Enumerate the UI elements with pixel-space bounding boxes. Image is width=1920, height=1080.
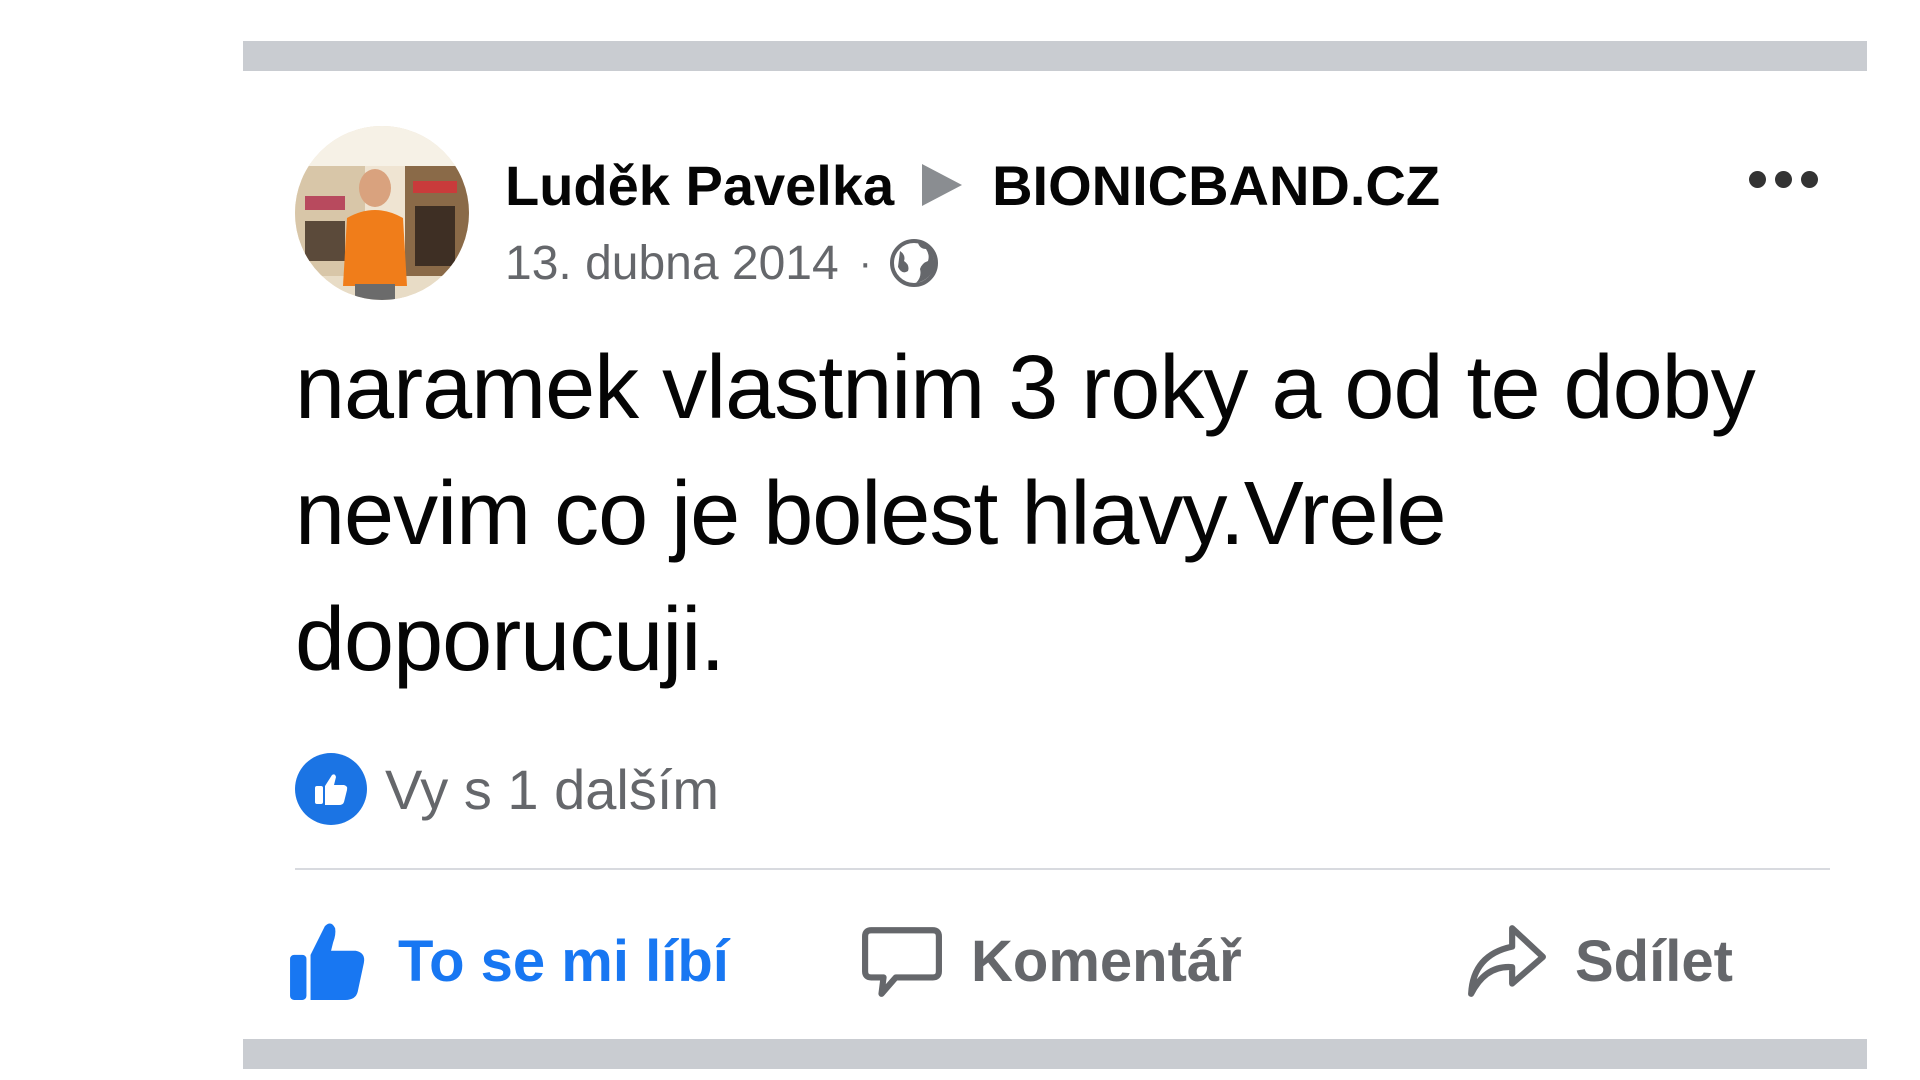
target-page-name[interactable]: BIONICBAND.CZ — [992, 153, 1440, 218]
feed-separator-bottom — [243, 1039, 1867, 1069]
globe-icon — [889, 239, 938, 287]
author-name[interactable]: Luděk Pavelka — [505, 153, 894, 218]
post-text: naramek vlastnim 3 roky a od te doby nev… — [295, 338, 1756, 690]
more-options-icon-dot — [1800, 170, 1818, 188]
reactions-text: Vy s 1 dalším — [385, 757, 720, 821]
comment-bubble-icon — [862, 927, 942, 997]
more-options-button[interactable] — [1738, 149, 1828, 209]
meta-separator: · — [858, 240, 872, 285]
avatar-photo — [295, 126, 469, 300]
comment-button[interactable]: Komentář — [861, 901, 1242, 1021]
post-card: Luděk Pavelka BIONICBAND.CZ 13. dubna 20… — [243, 71, 1867, 1039]
author-avatar[interactable] — [295, 126, 469, 300]
like-button[interactable]: To se mi líbí — [288, 901, 729, 1021]
thumbs-up-icon — [315, 774, 348, 805]
reactions-summary[interactable]: Vy s 1 dalším — [295, 749, 719, 829]
actions-divider — [295, 868, 1830, 870]
share-button[interactable]: Sdílet — [1465, 901, 1733, 1021]
comment-label: Komentář — [971, 928, 1242, 994]
share-arrow-icon — [1468, 925, 1546, 997]
post-meta: 13. dubna 2014 · — [505, 233, 940, 293]
more-options-icon-dot — [1774, 170, 1792, 188]
post-header: Luděk Pavelka BIONICBAND.CZ — [505, 149, 1440, 221]
more-options-icon — [1748, 170, 1766, 188]
post-actions-bar: To se mi líbí Komentář Sdílet — [243, 901, 1867, 1041]
like-label: To se mi líbí — [398, 928, 729, 994]
feed-separator-top — [243, 41, 1867, 71]
screen: Luděk Pavelka BIONICBAND.CZ 13. dubna 20… — [0, 0, 1920, 1080]
thumbs-up-icon — [290, 923, 365, 1000]
post-date[interactable]: 13. dubna 2014 — [505, 236, 839, 291]
like-reaction-icon — [295, 753, 367, 825]
play-arrow-icon — [922, 164, 963, 206]
share-label: Sdílet — [1575, 928, 1733, 994]
